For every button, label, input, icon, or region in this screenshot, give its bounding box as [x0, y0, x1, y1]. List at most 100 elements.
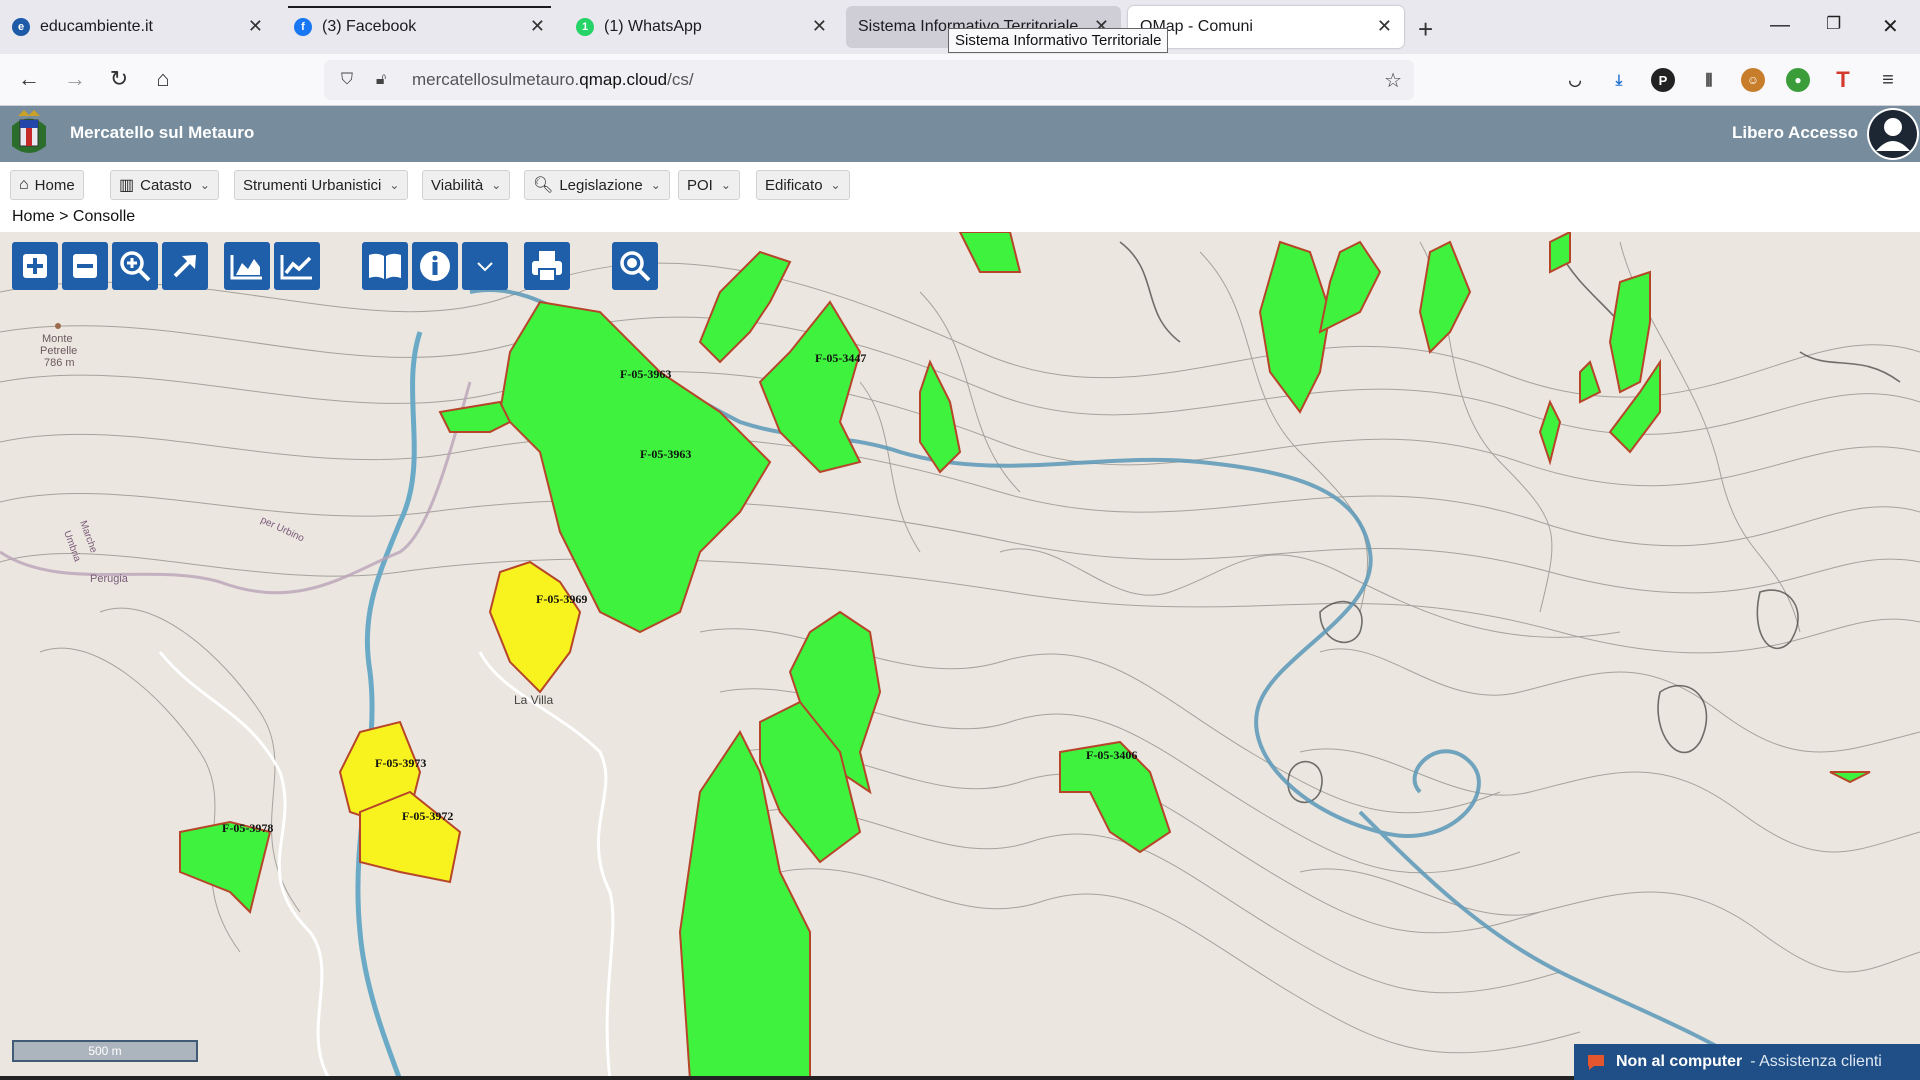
reload-icon[interactable]: ↻	[104, 66, 134, 92]
shield-icon[interactable]: ⛉	[336, 71, 358, 89]
zoom-in-button[interactable]	[12, 242, 58, 290]
regional-border	[0, 381, 472, 595]
close-tab-icon[interactable]: ✕	[530, 16, 545, 37]
zoom-area-button[interactable]	[112, 242, 158, 290]
menu-poi[interactable]: POI ⌄	[678, 170, 740, 200]
app-header: Mercatello sul Metauro Libero Accesso	[0, 106, 1920, 162]
tab-qmap-comuni[interactable]: QMap - Comuni ✕	[1128, 6, 1404, 48]
building-icon: ▥	[119, 177, 135, 194]
zoom-area-icon	[120, 251, 151, 282]
line-chart-button[interactable]	[274, 242, 320, 290]
url-text[interactable]: mercatellosulmetauro.qmap.cloud/cs/	[412, 70, 694, 90]
parcel-green[interactable]	[958, 232, 1022, 273]
parcel-green[interactable]	[698, 250, 792, 364]
parcel-f-05-3447[interactable]	[758, 300, 862, 474]
road-label: per Urbino	[259, 515, 306, 545]
back-icon[interactable]: ←	[14, 66, 44, 92]
full-extent-button[interactable]	[162, 242, 208, 290]
minimize-icon[interactable]: —	[1770, 14, 1790, 37]
legend-button[interactable]	[362, 242, 408, 290]
river-tributary	[355, 331, 423, 1080]
educambiente-favicon: e	[12, 18, 30, 36]
place-labels: Monte Petrelle 786 m La Villa Perugia pe…	[40, 333, 553, 707]
road-label: Perugia	[90, 573, 129, 585]
menu-viabilita[interactable]: Viabilità ⌄	[422, 170, 511, 200]
menu-home[interactable]: ⌂ Home	[10, 170, 84, 200]
lock-icon[interactable]: 🔓︎	[370, 71, 392, 89]
chat-bubble-icon	[1588, 1055, 1604, 1070]
menu-legislazione[interactable]: 🔍︎ Legislazione ⌄	[524, 170, 670, 200]
user-avatar-icon[interactable]	[1866, 107, 1920, 161]
menu-label: Strumenti Urbanistici	[243, 176, 382, 194]
bookmark-star-icon[interactable]: ☆	[1384, 68, 1402, 93]
close-tab-icon[interactable]: ✕	[248, 16, 263, 37]
line-chart-icon	[280, 255, 312, 280]
parcel-green[interactable]	[1829, 771, 1871, 784]
parcel-green[interactable]	[438, 400, 512, 433]
parcel-green[interactable]	[1549, 232, 1571, 274]
download-icon[interactable]: ⤓	[1607, 68, 1631, 92]
tab-facebook[interactable]: f (3) Facebook ✕	[282, 6, 557, 48]
menu-label: Edificato	[765, 176, 823, 194]
new-tab-icon[interactable]: +	[1418, 14, 1433, 45]
map-scale-bar: 500 m	[12, 1040, 198, 1062]
parcel-green[interactable]	[1538, 399, 1562, 466]
menu-label: Home	[34, 176, 75, 194]
t-extension-icon[interactable]: T	[1831, 67, 1855, 92]
home-icon[interactable]: ⌂	[148, 66, 178, 92]
print-icon	[532, 251, 562, 282]
p-extension-icon[interactable]: P	[1651, 68, 1675, 92]
elevation-profile-icon	[230, 255, 262, 280]
chevron-down-icon: ⌄	[650, 178, 661, 192]
forward-icon[interactable]: →	[60, 66, 90, 92]
parcel-f-05-3978[interactable]	[179, 820, 272, 914]
chat-title: Non al computer	[1616, 1053, 1743, 1070]
menu-edificato[interactable]: Edificato ⌄	[756, 170, 850, 200]
print-button[interactable]	[524, 242, 570, 290]
tab-tooltip: Sistema Informativo Territoriale	[948, 28, 1169, 53]
search-map-icon	[620, 251, 651, 282]
chevron-down-icon: ⌄	[389, 178, 400, 192]
search-icon: 🔍︎	[533, 177, 554, 194]
region-label: Umbria	[61, 529, 83, 563]
parcel-f-05-3972[interactable]	[359, 790, 462, 884]
restore-icon[interactable]: ❐	[1826, 14, 1841, 34]
menu-catasto[interactable]: ▥ Catasto ⌄	[110, 170, 219, 200]
menu-label: Catasto	[140, 176, 192, 194]
info-button[interactable]	[412, 242, 458, 290]
elevation-profile-button[interactable]	[224, 242, 270, 290]
close-tab-icon[interactable]: ✕	[1377, 16, 1392, 37]
parcel-green[interactable]	[1608, 270, 1651, 394]
zoom-out-icon	[73, 254, 97, 278]
support-chat-widget[interactable]: Non al computer - Assistenza clienti	[1574, 1044, 1920, 1080]
terrain-features	[1119, 241, 1901, 804]
parcel-green[interactable]	[1418, 240, 1472, 354]
peak-label: 786 m	[44, 357, 75, 369]
chevron-down-icon: ⌄	[830, 178, 841, 192]
library-icon[interactable]: ⫼	[1697, 68, 1721, 92]
parcel-green[interactable]	[1318, 240, 1382, 334]
access-label[interactable]: Libero Accesso	[1732, 123, 1858, 143]
globe-extension-icon[interactable]: ●	[1786, 68, 1810, 92]
peak-label: Petrelle	[40, 345, 77, 357]
breadcrumb: Home > Consolle	[12, 208, 136, 225]
tab-educambiente[interactable]: e educambiente.it ✕	[0, 6, 275, 48]
topographic-map: F-05-3963 F-05-3963 F-05-3447 F-05-3969 …	[0, 232, 1920, 1080]
tools-dropdown-button[interactable]	[462, 242, 508, 290]
close-tab-icon[interactable]: ✕	[812, 16, 827, 37]
menu-strumenti-urbanistici[interactable]: Strumenti Urbanistici ⌄	[234, 170, 409, 200]
dropdown-chevron-icon	[477, 262, 493, 272]
parcels-yellow	[338, 560, 582, 884]
menu-icon[interactable]: ≡	[1876, 68, 1900, 92]
parcel-f-05-3969[interactable]	[488, 560, 582, 694]
zoom-out-button[interactable]	[62, 242, 108, 290]
mascot-extension-icon[interactable]: ☺	[1741, 68, 1765, 92]
pocket-icon[interactable]: ◡	[1563, 68, 1587, 92]
tab-whatsapp[interactable]: 1 (1) WhatsApp ✕	[564, 6, 839, 48]
map-search-button[interactable]	[612, 242, 658, 290]
parcel-green[interactable]	[919, 359, 962, 474]
window-close-icon[interactable]: ✕	[1882, 14, 1899, 39]
address-bar[interactable]: ⛉ 🔓︎ mercatellosulmetauro.qmap.cloud/cs/…	[324, 60, 1414, 100]
map-canvas[interactable]: F-05-3963 F-05-3963 F-05-3447 F-05-3969 …	[0, 232, 1920, 1080]
parcel-green[interactable]	[1258, 240, 1332, 414]
